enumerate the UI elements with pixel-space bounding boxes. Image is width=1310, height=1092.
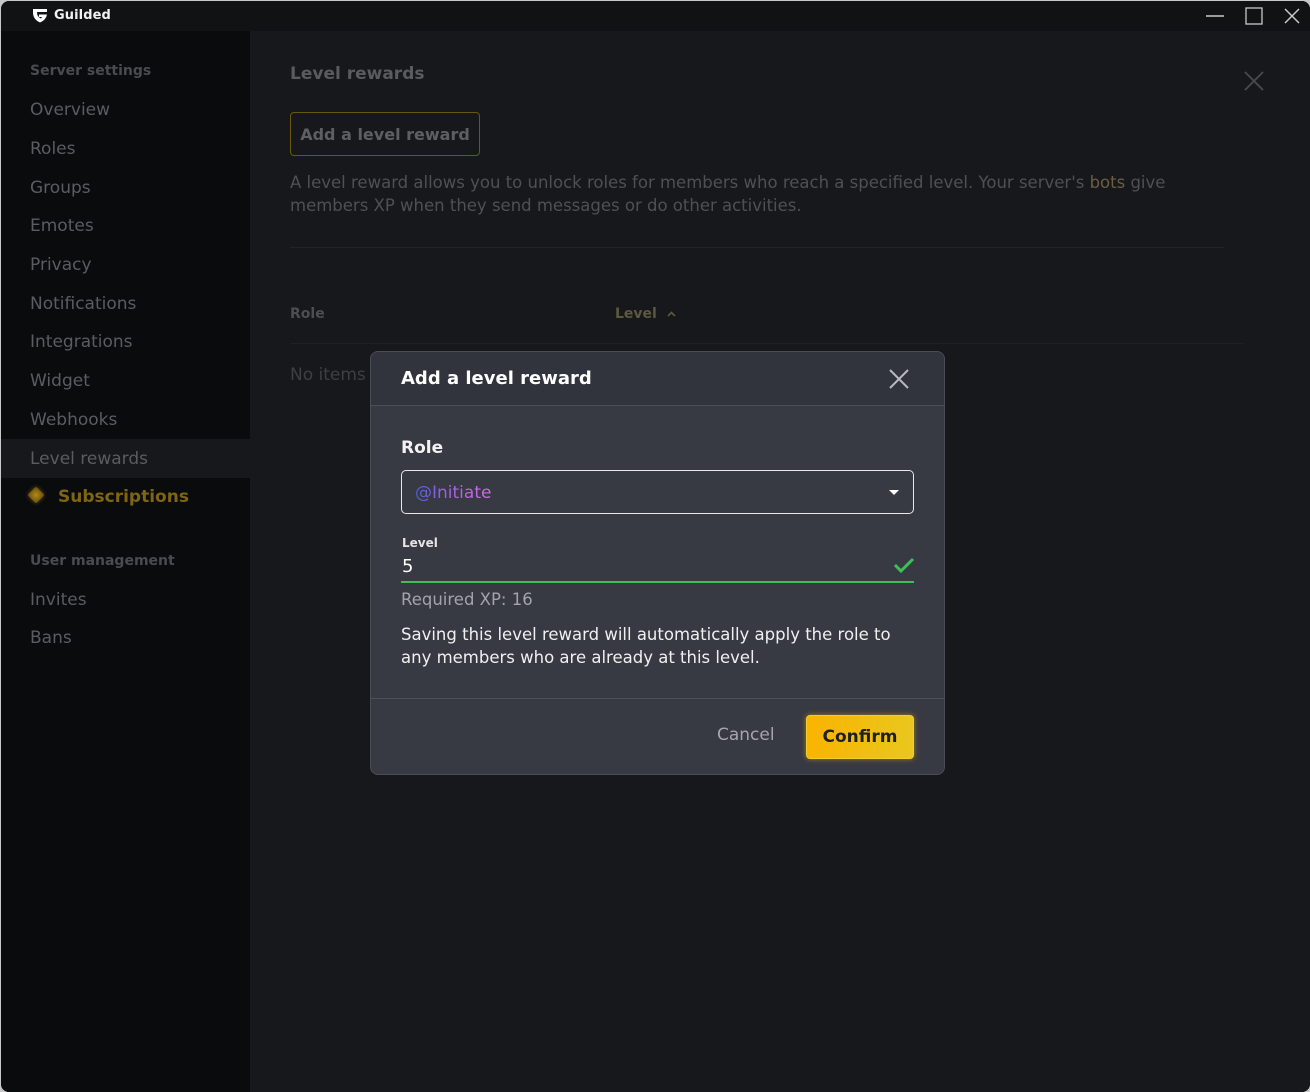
modal-header: Add a level reward xyxy=(371,352,944,406)
close-icon[interactable] xyxy=(886,366,912,392)
app-window: Guilded Server settings Overview Roles G… xyxy=(1,1,1310,1092)
level-input[interactable] xyxy=(401,552,914,583)
chevron-down-icon xyxy=(889,490,899,495)
role-select[interactable]: @Initiate xyxy=(401,470,914,514)
checkmark-icon xyxy=(893,557,915,574)
add-level-reward-modal: Add a level reward Role @Initiate Level … xyxy=(370,351,945,775)
modal-footer: Cancel Confirm xyxy=(371,698,944,774)
level-label: Level xyxy=(402,536,438,550)
modal-title: Add a level reward xyxy=(401,368,592,389)
role-label: Role xyxy=(401,438,444,458)
required-xp-text: Required XP: 16 xyxy=(401,590,533,609)
confirm-button[interactable]: Confirm xyxy=(806,715,914,759)
apply-note: Saving this level reward will automatica… xyxy=(401,625,891,667)
cancel-button[interactable]: Cancel xyxy=(717,725,775,745)
role-value: @Initiate xyxy=(415,483,492,503)
